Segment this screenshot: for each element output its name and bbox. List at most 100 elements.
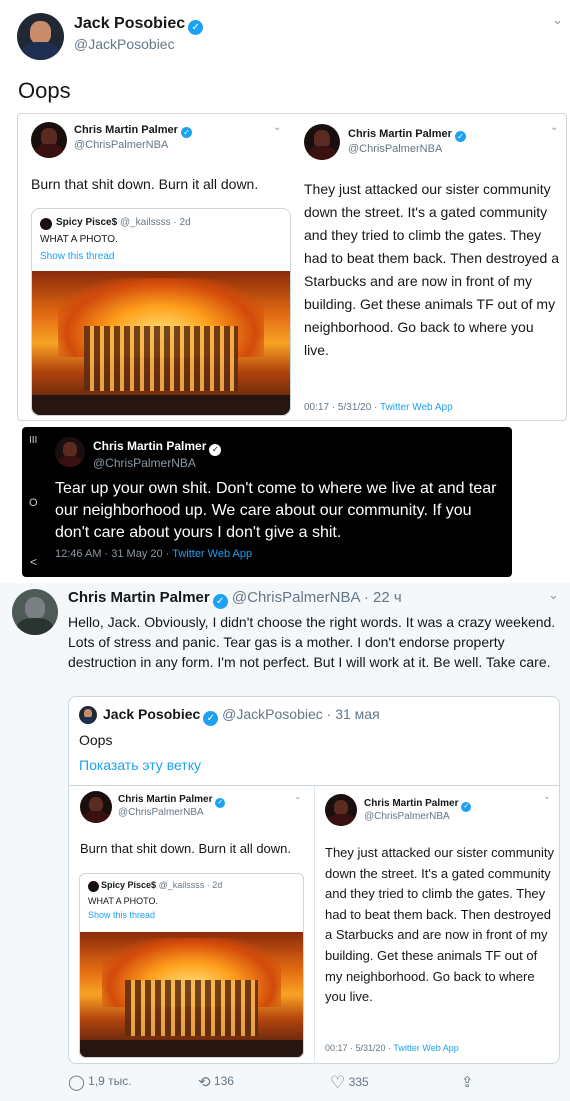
chevron-down-icon: ⌄ [273,122,282,133]
author-row: Chris Martin Palmer ✓ [93,439,222,456]
tweet-text: They just attacked our sister community … [304,181,560,358]
author-row: Chris Martin Palmer ✓ [118,794,226,808]
author-name: Jack Posobiec [103,706,201,722]
divider [314,786,315,1064]
author-handle: @JackPosobiec [222,706,323,722]
author-handle: @ChrisPalmerNBA [364,811,450,822]
tweet-age: · 2d [173,217,191,228]
retweet-icon: ⟲ [198,1074,211,1091]
author-name[interactable]: Chris Martin Palmer [68,589,210,606]
share-button[interactable]: ⇪ [461,1073,474,1091]
author-row: Spicy Pisce$ @_kailssss · 2d [101,880,222,890]
author-handle: @_kailssss [158,880,205,890]
author-row: Jack Posobiec ✓ @JackPosobiec · 31 мая [103,706,380,726]
home-circle-icon: O [29,497,38,509]
tweet-meta: 00:17 · 5/31/20 · Twitter Web App [304,402,453,413]
chevron-down-icon: ⌄ [294,791,302,801]
screenshot-image[interactable]: Chris Martin Palmer ✓ @ChrisPalmerNBA ⌄ B… [17,113,567,421]
retweet-count: 136 [213,1074,234,1088]
author-row: Chris Martin Palmer ✓ @ChrisPalmerNBA · 2… [68,589,402,609]
author-row: Jack Posobiec ✓ [74,15,204,35]
tweet-time: 12:46 AM · 31 May 20 · [55,548,170,560]
author-row: Chris Martin Palmer ✓ [348,128,466,142]
reply-button[interactable]: ◯ 1,9 тыс. [68,1073,132,1091]
tweet-source: Twitter Web App [380,402,453,413]
verified-icon: ✓ [215,798,226,808]
tweet-source: Twitter Web App [172,548,253,560]
tweet-age[interactable]: · 22 ч [364,589,402,606]
dark-screenshot[interactable]: III O < Chris Martin Palmer ✓ @ChrisPalme… [22,427,512,577]
back-icon: < [30,555,38,569]
avatar [304,124,340,160]
quoted-text: Oops [79,732,113,748]
author-name: Chris Martin Palmer [74,124,178,136]
author-handle[interactable]: @ChrisPalmerNBA [232,589,360,606]
like-count: 335 [348,1075,369,1089]
menu-icon: III [29,435,38,446]
quoted-tweet: Spicy Pisce$ @_kailssss · 2d WHAT A PHOT… [31,208,291,416]
avatar [80,791,112,823]
author-handle: @_kailssss [119,217,171,228]
author-name: Chris Martin Palmer [364,798,459,809]
author-handle: @ChrisPalmerNBA [74,139,169,151]
chevron-down-icon[interactable]: ⌄ [552,12,563,28]
chevron-down-icon[interactable]: ⌄ [548,587,559,603]
verified-icon: ✓ [180,127,192,138]
fire-photo [32,271,290,415]
reply-tweet[interactable]: Chris Martin Palmer ✓ @ChrisPalmerNBA · 2… [0,583,570,1101]
action-bar: ◯ 1,9 тыс. ⟲ 136 ♡ 335 ⇪ [68,1073,488,1095]
tweet-text: They just attacked our sister community … [325,845,555,1005]
author-handle: @ChrisPalmerNBA [93,456,196,470]
author-name: Chris Martin Palmer [93,439,207,453]
verified-icon: ✓ [461,802,472,812]
avatar [325,794,357,826]
quoted-text: WHAT A PHOTO. [40,234,118,245]
verified-icon: ✓ [203,711,219,726]
tweet-time: 00:17 · 5/31/20 · [304,402,378,413]
fire-photo [80,932,303,1057]
quoted-tweet[interactable]: Jack Posobiec ✓ @JackPosobiec · 31 мая Oo… [68,696,560,1064]
like-icon: ♡ [330,1073,346,1092]
quoted-text: WHAT A PHOTO. [88,896,159,906]
chevron-down-icon: ⌄ [550,122,559,133]
author-name: Chris Martin Palmer [348,128,452,140]
avatar [88,881,99,892]
author-name[interactable]: Jack Posobiec [74,15,185,32]
verified-icon: ✓ [209,444,222,456]
show-thread-link: Show this thread [40,251,115,262]
author-name: Spicy Pisce$ [101,880,157,890]
tweet-time: 00:17 · 5/31/20 · [325,1043,392,1053]
avatar [79,706,97,724]
tweet-text: Oops [18,78,71,103]
share-icon: ⇪ [461,1074,474,1091]
quoted-image[interactable]: Chris Martin Palmer ✓ @ChrisPalmerNBA ⌄ B… [69,785,559,1064]
nested-quoted-tweet: Spicy Pisce$ @_kailssss · 2d WHAT A PHOT… [79,873,304,1058]
author-row: Chris Martin Palmer ✓ [74,124,192,138]
show-thread-link[interactable]: Показать эту ветку [79,757,201,773]
tweet-text: Tear up your own shit. Don't come to whe… [55,480,497,541]
author-row: Spicy Pisce$ @_kailssss · 2d [56,217,191,228]
verified-icon: ✓ [454,131,466,142]
tweet-meta: 12:46 AM · 31 May 20 · Twitter Web App [55,548,252,560]
reply-icon: ◯ [68,1074,85,1091]
author-name: Chris Martin Palmer [118,794,213,805]
show-thread-link: Show this thread [88,910,156,920]
tweet-text: Hello, Jack. Obviously, I didn't choose … [68,614,556,670]
author-row: Chris Martin Palmer ✓ [364,798,472,812]
tweet-source: Twitter Web App [393,1043,459,1053]
tweet-text: Burn that shit down. Burn it all down. [31,176,259,192]
retweet-button[interactable]: ⟲ 136 [198,1073,234,1091]
avatar[interactable] [17,13,64,60]
author-handle[interactable]: @JackPosobiec [74,36,175,52]
tweet-meta: 00:17 · 5/31/20 · Twitter Web App [325,1043,459,1053]
avatar [31,122,67,158]
avatar [40,218,52,230]
tweet-age: · 2d [206,880,223,890]
chevron-down-icon: ⌄ [543,791,551,801]
like-button[interactable]: ♡ 335 [330,1073,369,1093]
avatar[interactable] [12,589,58,635]
tweet-age: · 31 мая [326,706,380,722]
author-handle: @ChrisPalmerNBA [118,807,204,818]
verified-icon: ✓ [212,594,228,609]
author-name: Spicy Pisce$ [56,217,118,228]
